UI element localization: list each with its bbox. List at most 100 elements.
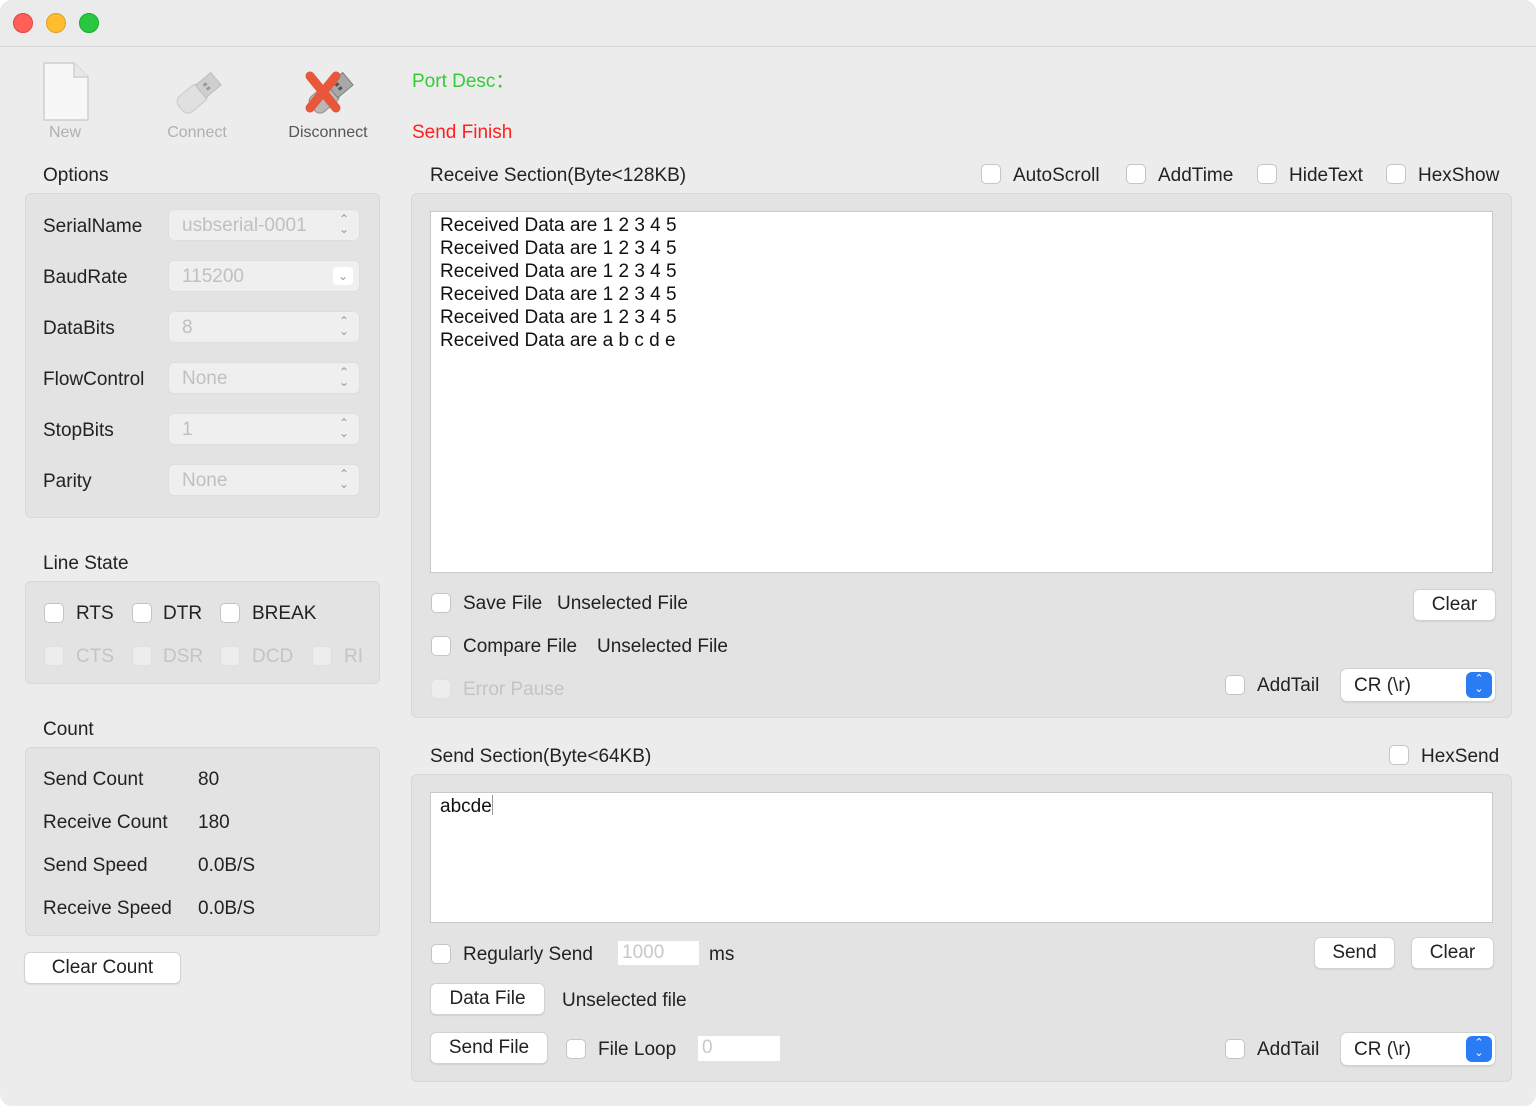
error-pause-label: Error Pause: [463, 679, 565, 700]
hexshow-checkbox[interactable]: [1386, 164, 1406, 184]
addtime-label: AddTime: [1158, 165, 1234, 186]
databits-value: 8: [182, 317, 193, 338]
app-window: New Connect Disconnect Port Desc： Send F…: [0, 0, 1536, 1106]
stopbits-value: 1: [182, 419, 193, 440]
regularly-send-checkbox[interactable]: [431, 944, 451, 964]
receive-addtail-label: AddTail: [1257, 675, 1320, 696]
compare-file-label: Compare File: [463, 636, 578, 657]
serialname-select[interactable]: usbserial-0001 ⌃ ⌄: [168, 209, 360, 241]
updown-arrows-icon: ⌃ ⌄: [1466, 672, 1492, 698]
connect-button-label: Connect: [167, 124, 227, 141]
received-line: Received Data are 1 2 3 4 5: [440, 284, 677, 305]
receive-speed-label: Receive Speed: [43, 898, 172, 919]
count-group: Send Count 80 Receive Count 180 Send Spe…: [25, 747, 380, 936]
send-textarea[interactable]: abcde: [430, 792, 1493, 923]
received-line: Received Data are 1 2 3 4 5: [440, 215, 677, 236]
disconnect-button[interactable]: Disconnect: [288, 60, 368, 150]
dtr-checkbox[interactable]: [132, 603, 152, 623]
stopbits-label: StopBits: [43, 420, 114, 441]
receive-tail-select[interactable]: CR (\r) ⌃ ⌄: [1340, 668, 1496, 702]
disconnect-usb-icon: [305, 71, 354, 114]
received-line: Received Data are 1 2 3 4 5: [440, 261, 677, 282]
send-text: abcde: [440, 796, 492, 817]
new-button[interactable]: New: [30, 60, 100, 150]
send-count-value: 80: [198, 769, 220, 790]
databits-select[interactable]: 8 ⌃ ⌄: [168, 311, 360, 343]
send-addtail-label: AddTail: [1257, 1039, 1320, 1060]
parity-label: Parity: [43, 471, 92, 492]
error-pause-checkbox: [431, 679, 451, 699]
connect-button[interactable]: Connect: [160, 60, 235, 150]
received-line: Received Data are 1 2 3 4 5: [440, 307, 677, 328]
baudrate-value: 115200: [182, 266, 244, 287]
data-file-button[interactable]: Data File: [430, 983, 545, 1015]
ri-label: RI: [344, 646, 363, 667]
autoscroll-checkbox[interactable]: [981, 164, 1001, 184]
line-state-title: Line State: [43, 553, 129, 574]
receive-count-label: Receive Count: [43, 812, 168, 833]
updown-arrows-icon: ⌃ ⌄: [338, 416, 349, 440]
updown-arrows-icon: ⌃ ⌄: [338, 212, 349, 236]
send-button[interactable]: Send: [1314, 937, 1395, 969]
hidetext-checkbox[interactable]: [1257, 164, 1277, 184]
compare-file-status: Unselected File: [597, 636, 728, 657]
send-clear-button[interactable]: Clear: [1411, 937, 1494, 969]
close-window-button[interactable]: [13, 13, 33, 33]
hexsend-label: HexSend: [1421, 746, 1500, 767]
stopbits-select[interactable]: 1 ⌃ ⌄: [168, 413, 360, 445]
break-checkbox[interactable]: [220, 603, 240, 623]
send-file-button[interactable]: Send File: [430, 1032, 548, 1064]
interval-unit: ms: [709, 944, 735, 965]
receive-textarea[interactable]: Received Data are 1 2 3 4 5 Received Dat…: [430, 211, 1493, 573]
flowcontrol-label: FlowControl: [43, 369, 145, 390]
options-group: SerialName usbserial-0001 ⌃ ⌄ BaudRate 115…: [25, 193, 380, 518]
receive-addtail-checkbox[interactable]: [1225, 675, 1245, 695]
updown-arrows-icon: ⌃ ⌄: [338, 314, 349, 338]
hidetext-label: HideText: [1289, 165, 1363, 186]
text-cursor: [491, 795, 493, 815]
flowcontrol-select[interactable]: None ⌃ ⌄: [168, 362, 360, 394]
minimize-window-button[interactable]: [46, 13, 66, 33]
receive-clear-button[interactable]: Clear: [1413, 589, 1496, 621]
rts-checkbox[interactable]: [44, 603, 64, 623]
addtime-checkbox[interactable]: [1126, 164, 1146, 184]
save-file-checkbox[interactable]: [431, 593, 451, 613]
parity-select[interactable]: None ⌃ ⌄: [168, 464, 360, 496]
send-addtail-checkbox[interactable]: [1225, 1039, 1245, 1059]
send-speed-value: 0.0B/S: [198, 855, 256, 876]
updown-arrows-icon: ⌃ ⌄: [338, 365, 349, 389]
receive-group: Received Data are 1 2 3 4 5 Received Dat…: [411, 193, 1512, 718]
baudrate-combobox[interactable]: 115200 ⌄: [168, 260, 360, 292]
databits-label: DataBits: [43, 318, 115, 339]
file-loop-checkbox[interactable]: [566, 1039, 586, 1059]
send-speed-label: Send Speed: [43, 855, 148, 876]
receive-count-value: 180: [198, 812, 230, 833]
dsr-label: DSR: [163, 646, 204, 667]
regularly-send-label: Regularly Send: [463, 944, 593, 965]
clear-count-button[interactable]: Clear Count: [24, 952, 181, 984]
serialname-label: SerialName: [43, 216, 143, 237]
send-count-label: Send Count: [43, 769, 144, 790]
baudrate-label: BaudRate: [43, 267, 128, 288]
hexshow-label: HexShow: [1418, 165, 1500, 186]
compare-file-checkbox[interactable]: [431, 636, 451, 656]
receive-speed-value: 0.0B/S: [198, 898, 256, 919]
send-tail-select[interactable]: CR (\r) ⌃ ⌄: [1340, 1032, 1496, 1066]
port-desc-label: Port Desc：: [412, 71, 515, 92]
dsr-checkbox: [132, 646, 152, 666]
usb-plug-icon: [176, 71, 222, 114]
new-document-icon: [43, 62, 89, 121]
hexsend-checkbox[interactable]: [1389, 745, 1409, 765]
autoscroll-label: AutoScroll: [1013, 165, 1100, 186]
zoom-window-button[interactable]: [79, 13, 99, 33]
new-button-label: New: [48, 124, 81, 141]
dcd-label: DCD: [252, 646, 294, 667]
chevron-down-icon[interactable]: ⌄: [333, 267, 353, 285]
status-message: Send Finish: [412, 122, 513, 143]
interval-input[interactable]: 1000: [617, 940, 700, 966]
title-bar: [0, 0, 1536, 47]
file-loop-input[interactable]: 0: [697, 1035, 781, 1062]
dcd-checkbox: [220, 646, 240, 666]
received-line: Received Data are 1 2 3 4 5: [440, 238, 677, 259]
disconnect-button-label: Disconnect: [288, 124, 368, 141]
